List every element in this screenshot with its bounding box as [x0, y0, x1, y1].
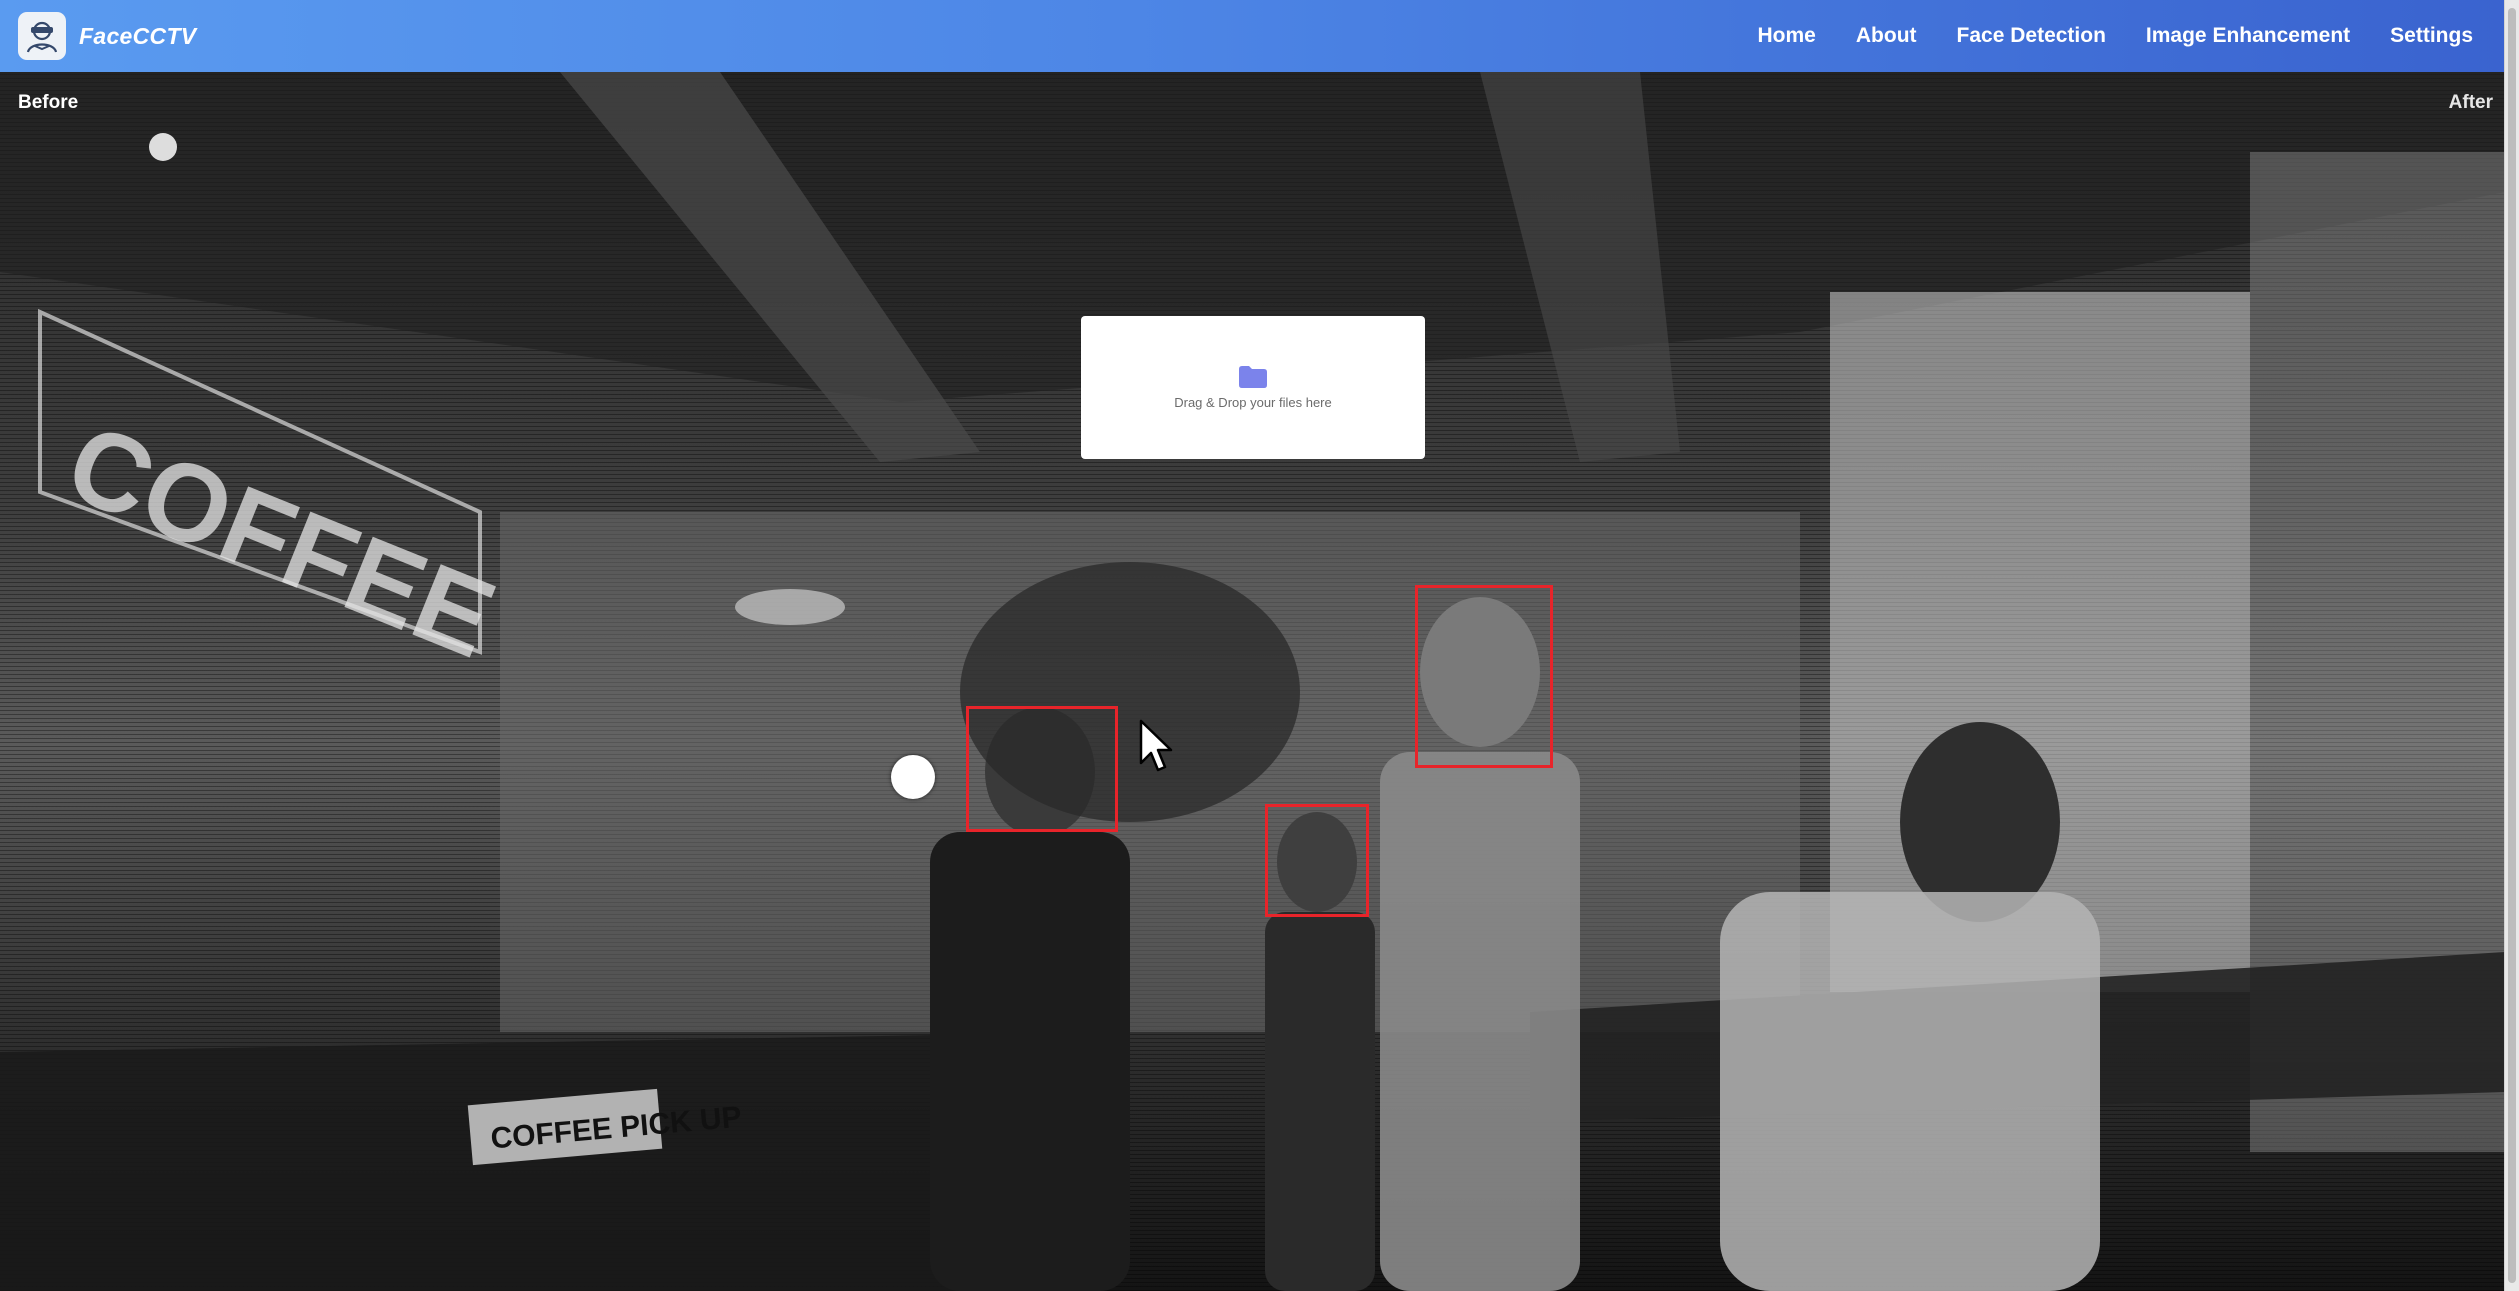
mouse-cursor-icon — [1139, 719, 1173, 772]
face-detection-box — [1265, 804, 1369, 917]
nav-links: Home About Face Detection Image Enhancem… — [1758, 0, 2505, 72]
folder-icon — [1239, 366, 1267, 388]
face-detection-box — [966, 706, 1118, 832]
comparison-image[interactable]: COFFEE COFFEE PICK UP Before After Drag … — [0, 72, 2505, 1291]
nav-face-detection[interactable]: Face Detection — [1957, 24, 2106, 48]
after-label: After — [2448, 92, 2493, 113]
dropzone-text: Drag & Drop your files here — [1174, 395, 1332, 410]
page-scrollbar[interactable] — [2504, 0, 2519, 1291]
file-dropzone[interactable]: Drag & Drop your files here — [1081, 316, 1425, 459]
cctv-user-icon — [18, 12, 66, 60]
comparison-slider-handle[interactable] — [891, 755, 935, 799]
before-label: Before — [18, 92, 79, 113]
svg-text:COFFEE: COFFEE — [51, 400, 511, 681]
app-name: FaceCCTV — [79, 22, 197, 49]
nav-settings[interactable]: Settings — [2390, 24, 2473, 48]
nav-home[interactable]: Home — [1758, 24, 1816, 48]
scene-background: COFFEE COFFEE PICK UP — [0, 72, 2505, 1291]
brand[interactable]: FaceCCTV — [18, 12, 196, 60]
nav-about[interactable]: About — [1856, 24, 1917, 48]
nav-image-enhancement[interactable]: Image Enhancement — [2146, 24, 2350, 48]
face-detection-box — [1415, 585, 1553, 768]
top-navbar: FaceCCTV Home About Face Detection Image… — [0, 0, 2505, 72]
scrollbar-thumb[interactable] — [2508, 8, 2516, 1283]
